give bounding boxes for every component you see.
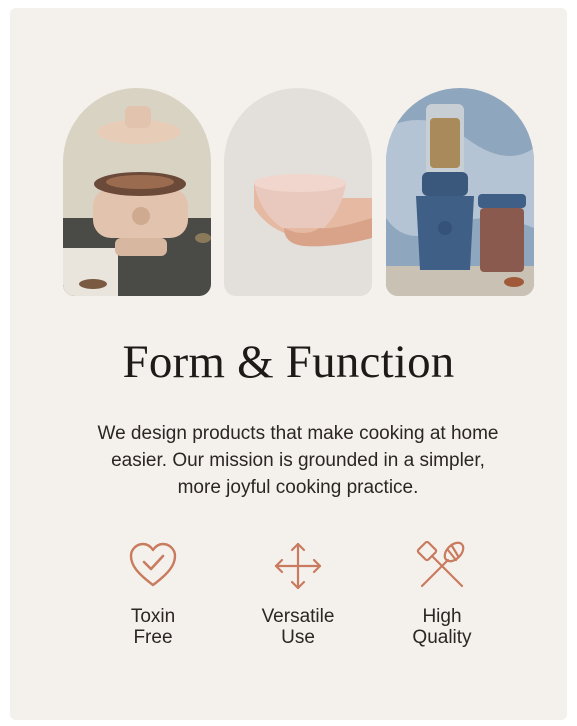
hand-holding-bowl-illustration [224, 88, 372, 296]
section-description: We design products that make cooking at … [97, 423, 499, 498]
feature-toxin-free: Toxin Free [93, 540, 213, 648]
bowl-image [224, 88, 372, 296]
spatula-whisk-icon [416, 540, 465, 588]
section-heading: Form & Function [122, 336, 455, 388]
feature-label: High Quality [412, 606, 472, 648]
blender-and-jar-illustration [386, 88, 534, 296]
pot-with-lid-illustration [63, 88, 211, 296]
feature-versatile-use: Versatile Use [238, 540, 358, 648]
four-way-arrows-icon [274, 542, 322, 590]
heart-check-icon [129, 542, 177, 587]
pot-image [63, 88, 211, 296]
feature-label: Versatile Use [261, 606, 335, 648]
feature-label: Toxin Free [130, 606, 176, 648]
blender-image [386, 88, 534, 296]
feature-high-quality: High Quality [382, 540, 502, 648]
